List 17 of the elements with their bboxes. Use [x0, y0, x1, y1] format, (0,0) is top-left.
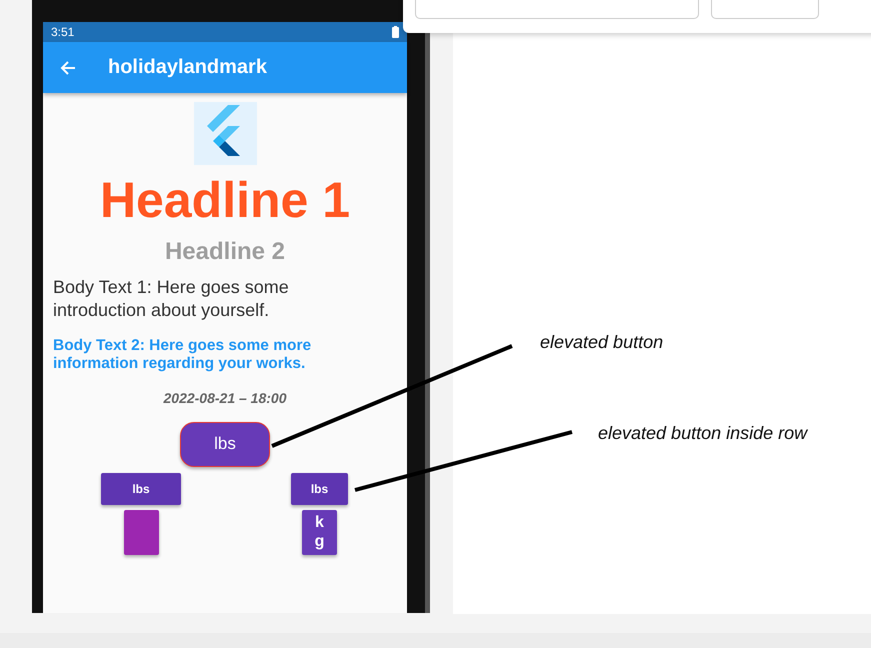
body-text: Body Text 2: Here goes some more information regarding your works. [53, 336, 312, 374]
back-arrow-icon[interactable] [60, 60, 76, 76]
row-button[interactable]: lbs [101, 472, 181, 505]
battery-icon [392, 26, 399, 38]
headline: Headline 1 [100, 173, 350, 228]
row-button[interactable]: lbs [291, 472, 348, 505]
elevated-button[interactable]: lbs [180, 422, 270, 467]
subheadline: Headline 2 [164, 238, 286, 266]
timestamp: 2022-08-21 – 18:00 [164, 390, 286, 406]
body-text: Body Text 1: Here goes some introduction about yourself. [53, 276, 290, 322]
status-time: 3:51 [51, 25, 74, 39]
annotation-label: elevated button [540, 332, 664, 353]
logo-icon [194, 102, 256, 165]
app-title: holidaylandmark [108, 56, 267, 79]
row-button[interactable] [124, 510, 158, 555]
row-button[interactable]: kg [302, 510, 337, 555]
annotation-label: elevated button inside row [598, 423, 808, 444]
